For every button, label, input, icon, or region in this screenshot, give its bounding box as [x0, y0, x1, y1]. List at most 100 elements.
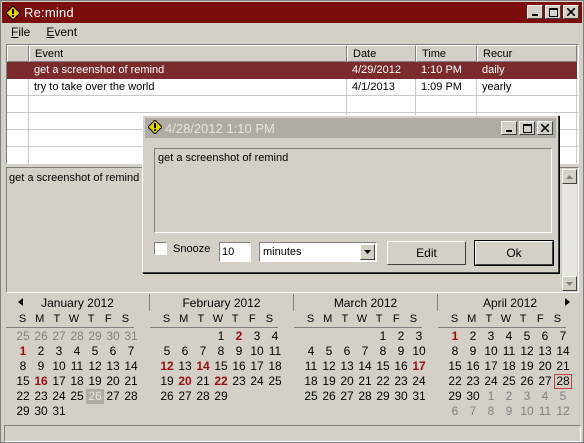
calendar-day[interactable]: 17 — [482, 359, 500, 374]
calendar-day[interactable]: 18 — [266, 359, 284, 374]
calendar-day[interactable]: 12 — [320, 359, 338, 374]
calendar-day[interactable]: 13 — [338, 359, 356, 374]
calendar-day[interactable]: 31 — [410, 389, 428, 404]
calendar-day[interactable]: 4 — [68, 344, 86, 359]
calendar-day[interactable]: 25 — [14, 329, 32, 344]
calendar-day[interactable]: 11 — [302, 359, 320, 374]
calendar-day[interactable]: 12 — [86, 359, 104, 374]
calendar-day[interactable]: 23 — [32, 389, 50, 404]
calendar-day[interactable]: 20 — [104, 374, 122, 389]
calendar-day[interactable]: 12 — [518, 344, 536, 359]
calendar-day[interactable]: 27 — [50, 329, 68, 344]
calendar-day[interactable]: 27 — [176, 389, 194, 404]
calendar-day[interactable]: 7 — [194, 344, 212, 359]
calendar-day[interactable]: 6 — [176, 344, 194, 359]
scroll-down-button[interactable] — [562, 276, 577, 291]
calendar-day[interactable]: 10 — [518, 404, 536, 419]
calendar-day[interactable]: 24 — [482, 374, 500, 389]
calendar-day[interactable]: 7 — [122, 344, 140, 359]
calendar-day[interactable]: 23 — [464, 374, 482, 389]
month-title[interactable]: January 2012 — [6, 294, 150, 311]
calendar-day[interactable]: 20 — [536, 359, 554, 374]
snooze-unit-select[interactable]: minutes — [259, 242, 377, 262]
calendar-day[interactable]: 8 — [374, 344, 392, 359]
column-header-date[interactable]: Date — [347, 45, 416, 62]
calendar-day[interactable]: 14 — [194, 359, 212, 374]
calendar-day[interactable]: 15 — [446, 359, 464, 374]
calendar-day[interactable]: 25 — [302, 389, 320, 404]
column-header-event[interactable]: Event — [29, 45, 347, 62]
calendar-day[interactable]: 3 — [518, 389, 536, 404]
calendar-day[interactable]: 31 — [122, 329, 140, 344]
calendar-day[interactable]: 21 — [554, 359, 572, 374]
calendar-day[interactable]: 1 — [482, 389, 500, 404]
popup-maximize-button[interactable] — [519, 121, 535, 135]
dropdown-button[interactable] — [360, 244, 375, 260]
edit-button[interactable]: Edit — [387, 241, 466, 265]
calendar-day[interactable]: 13 — [176, 359, 194, 374]
calendar-day[interactable]: 8 — [212, 344, 230, 359]
calendar-day[interactable]: 4 — [536, 389, 554, 404]
calendar-day[interactable]: 10 — [248, 344, 266, 359]
calendar-day[interactable]: 15 — [212, 359, 230, 374]
month-title[interactable]: April 2012 — [438, 294, 582, 311]
calendar-day[interactable]: 7 — [356, 344, 374, 359]
calendar-day[interactable]: 30 — [392, 389, 410, 404]
menu-event[interactable]: Event — [37, 24, 84, 42]
calendar-day[interactable]: 22 — [374, 374, 392, 389]
calendar-day[interactable]: 29 — [86, 329, 104, 344]
calendar-day[interactable]: 2 — [500, 389, 518, 404]
calendar-day[interactable]: 3 — [50, 344, 68, 359]
calendar-day[interactable]: 5 — [158, 344, 176, 359]
popup-close-button[interactable] — [537, 121, 553, 135]
calendar-day[interactable]: 29 — [212, 389, 230, 404]
calendar-day[interactable]: 16 — [464, 359, 482, 374]
calendar-day[interactable]: 20 — [338, 374, 356, 389]
calendar-day[interactable]: 6 — [104, 344, 122, 359]
calendar-day[interactable]: 26 — [86, 389, 104, 404]
calendar-day[interactable]: 11 — [500, 344, 518, 359]
calendar-day[interactable]: 9 — [230, 344, 248, 359]
calendar-day[interactable]: 24 — [410, 374, 428, 389]
calendar-day[interactable]: 28 — [554, 374, 572, 389]
calendar-day[interactable]: 22 — [14, 389, 32, 404]
calendar-day[interactable]: 12 — [554, 404, 572, 419]
calendar-day[interactable]: 24 — [50, 389, 68, 404]
calendar-day[interactable]: 2 — [32, 344, 50, 359]
popup-message[interactable]: get a screenshot of remind — [154, 148, 552, 233]
calendar-day[interactable]: 1 — [212, 329, 230, 344]
calendar-day[interactable]: 24 — [248, 374, 266, 389]
calendar-day[interactable]: 10 — [50, 359, 68, 374]
calendar-day[interactable]: 9 — [464, 344, 482, 359]
calendar-day[interactable]: 21 — [194, 374, 212, 389]
calendar-day[interactable]: 14 — [356, 359, 374, 374]
table-row[interactable]: get a screenshot of remind 4/29/2012 1:1… — [7, 62, 578, 79]
calendar-day[interactable]: 11 — [266, 344, 284, 359]
menu-file[interactable]: File — [2, 24, 37, 42]
column-header-time[interactable]: Time — [416, 45, 477, 62]
calendar-day[interactable]: 17 — [50, 374, 68, 389]
calendar-day[interactable]: 1 — [374, 329, 392, 344]
calendar-day[interactable]: 21 — [356, 374, 374, 389]
calendar-day[interactable]: 13 — [104, 359, 122, 374]
minimize-button[interactable] — [527, 5, 543, 19]
calendar-day[interactable]: 30 — [32, 404, 50, 419]
calendar-day[interactable]: 29 — [446, 389, 464, 404]
calendar-day[interactable]: 5 — [86, 344, 104, 359]
calendar-day[interactable]: 22 — [446, 374, 464, 389]
calendar-day[interactable]: 16 — [32, 374, 50, 389]
calendar-day[interactable]: 30 — [464, 389, 482, 404]
calendar-day[interactable]: 26 — [32, 329, 50, 344]
calendar-day[interactable]: 15 — [14, 374, 32, 389]
calendar-day[interactable]: 11 — [68, 359, 86, 374]
snooze-amount-input[interactable]: 10 — [219, 242, 251, 262]
calendar-day[interactable]: 19 — [158, 374, 176, 389]
calendar-day[interactable]: 31 — [50, 404, 68, 419]
calendar-day[interactable]: 29 — [374, 389, 392, 404]
calendar-day[interactable]: 3 — [482, 329, 500, 344]
month-calendar[interactable]: January 2012 S M T W T F S 25 26 27 28 29 30 31 1 2 3 4 5 6 7… — [6, 294, 579, 422]
calendar-day[interactable]: 29 — [14, 404, 32, 419]
calendar-day[interactable]: 3 — [248, 329, 266, 344]
calendar-day[interactable]: 22 — [212, 374, 230, 389]
calendar-day[interactable]: 14 — [122, 359, 140, 374]
